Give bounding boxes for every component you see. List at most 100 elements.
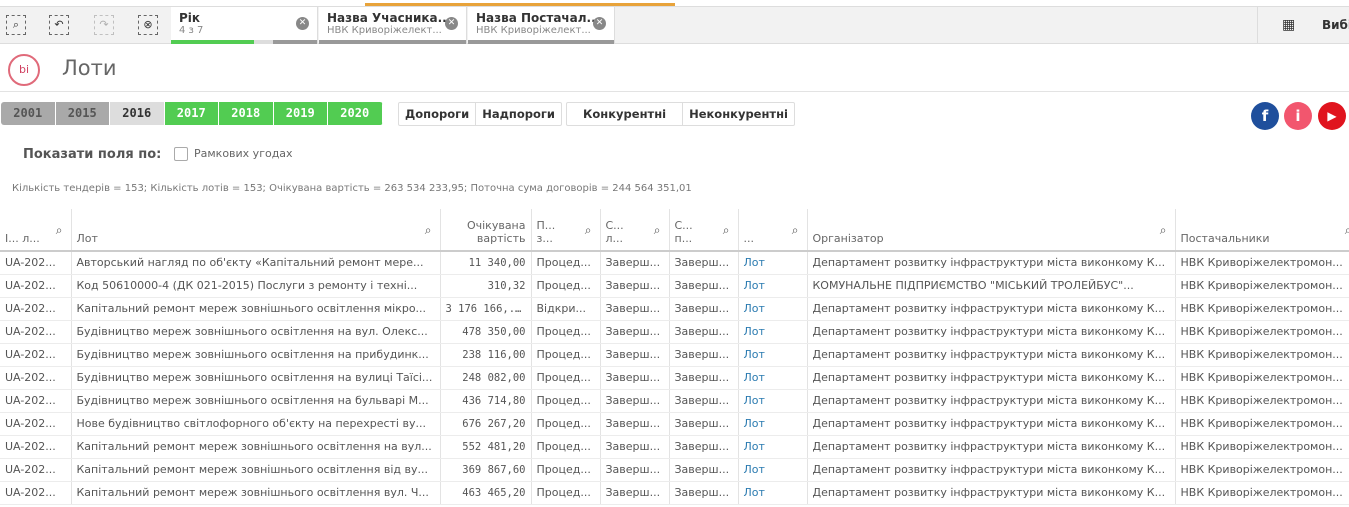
- selection-bar: [319, 40, 466, 44]
- table-cell[interactable]: Лот: [738, 320, 808, 344]
- column-header-label: Постачальники: [1180, 232, 1270, 245]
- selection-tab-title: Назва Постачал...: [476, 11, 601, 25]
- selection-tab-value: НВК Криворіжелект...: [327, 25, 442, 36]
- table-cell[interactable]: Лот: [738, 435, 808, 459]
- table-cell: 478 350,00: [440, 320, 532, 344]
- table-cell[interactable]: Лот: [738, 297, 808, 321]
- year-button-2015[interactable]: 2015: [55, 102, 110, 125]
- table-cell: Процед...: [531, 458, 601, 482]
- selection-tab-title: Рік: [179, 11, 201, 25]
- table-cell: Заверш...: [669, 458, 739, 482]
- table-row[interactable]: UA-202... Капітальний ремонт мереж зовніш…: [0, 297, 1349, 321]
- table-row[interactable]: UA-202... Будівництво мереж зовнішнього о…: [0, 320, 1349, 344]
- framework-agreements-label[interactable]: Рамкових угодах: [194, 147, 293, 160]
- year-button-2016[interactable]: 2016: [110, 102, 165, 125]
- selection-bar: [468, 40, 614, 44]
- search-icon[interactable]: ⌕: [585, 223, 592, 238]
- threshold-filter: Допороги Надпороги: [398, 102, 562, 126]
- column-header[interactable]: П... з... ⌕: [531, 209, 601, 252]
- table-cell: Департамент розвитку інфраструктури міст…: [807, 412, 1176, 436]
- year-button-2019[interactable]: 2019: [273, 102, 328, 125]
- year-button-2018[interactable]: 2018: [219, 102, 274, 125]
- table-row[interactable]: UA-202... Нове будівництво світлофорного …: [0, 412, 1349, 436]
- table-cell: НВК Криворіжелектромон...: [1175, 389, 1349, 413]
- table-cell: Департамент розвитку інфраструктури міст…: [807, 389, 1176, 413]
- table-cell[interactable]: Лот: [738, 343, 808, 367]
- column-header[interactable]: Постачальники ⌕: [1175, 209, 1349, 252]
- table-cell: Капітальний ремонт мереж зовнішнього осв…: [71, 297, 441, 321]
- column-header[interactable]: Лот ⌕: [71, 209, 441, 252]
- step-forward-icon[interactable]: ↷: [94, 15, 114, 35]
- youtube-icon[interactable]: ▶: [1318, 102, 1346, 130]
- table-cell[interactable]: Лот: [738, 458, 808, 482]
- step-back-icon[interactable]: ↶: [49, 15, 69, 35]
- table-row[interactable]: UA-202... Капітальний ремонт мереж зовніш…: [0, 458, 1349, 482]
- table-cell: Департамент розвитку інфраструктури міст…: [807, 297, 1176, 321]
- column-header[interactable]: ... ⌕: [738, 209, 808, 252]
- search-icon[interactable]: ⌕: [1345, 223, 1349, 238]
- table-cell: 436 714,80: [440, 389, 532, 413]
- table-cell: UA-202...: [0, 320, 72, 344]
- close-icon[interactable]: ✕: [296, 17, 309, 30]
- app-logo: bi: [8, 54, 40, 86]
- table-cell: Капітальний ремонт мереж зовнішнього осв…: [71, 458, 441, 482]
- table-row[interactable]: UA-202... Капітальний ремонт мереж зовніш…: [0, 435, 1349, 459]
- table-cell: UA-202...: [0, 297, 72, 321]
- year-button-2020[interactable]: 2020: [328, 102, 383, 125]
- column-header[interactable]: І... л... ⌕: [0, 209, 72, 252]
- table-cell: Процед...: [531, 320, 601, 344]
- table-cell: 3 176 166,...: [440, 297, 532, 321]
- facebook-icon[interactable]: f: [1251, 102, 1279, 130]
- table-cell: 676 267,20: [440, 412, 532, 436]
- table-cell: UA-202...: [0, 435, 72, 459]
- framework-agreements-checkbox[interactable]: [174, 147, 188, 161]
- close-icon[interactable]: ✕: [593, 17, 606, 30]
- selection-tab[interactable]: Назва Учасника... НВК Криворіжелект... ✕: [319, 7, 467, 44]
- search-icon[interactable]: ⌕: [654, 223, 661, 238]
- table-cell: UA-202...: [0, 458, 72, 482]
- selections-button[interactable]: ▦ Вибірки: [1257, 7, 1349, 44]
- selection-tab[interactable]: Назва Постачал... НВК Криворіжелект... ✕: [468, 7, 615, 44]
- selection-tab[interactable]: Рік 4 з 7 ✕: [171, 7, 318, 44]
- table-row[interactable]: UA-202... Авторський нагляд по об'єкту «К…: [0, 251, 1349, 275]
- table-cell: 463 465,20: [440, 481, 532, 505]
- table-cell[interactable]: Лот: [738, 481, 808, 505]
- search-icon[interactable]: ⌕: [723, 223, 730, 238]
- search-icon[interactable]: ⌕: [425, 223, 432, 238]
- year-button-2001[interactable]: 2001: [1, 102, 56, 125]
- column-header[interactable]: Організатор ⌕: [807, 209, 1176, 252]
- table-row[interactable]: UA-202... Будівництво мереж зовнішнього о…: [0, 389, 1349, 413]
- column-header[interactable]: Очікувана вартість: [440, 209, 532, 252]
- year-button-2017[interactable]: 2017: [164, 102, 219, 125]
- competitive-button[interactable]: Конкурентні: [567, 103, 684, 125]
- table-cell[interactable]: Лот: [738, 274, 808, 298]
- table-cell: Департамент розвитку інфраструктури міст…: [807, 320, 1176, 344]
- selection-tab-value: 4 з 7: [179, 25, 204, 36]
- table-cell: Заверш...: [600, 251, 670, 275]
- table-row[interactable]: UA-202... Капітальний ремонт мереж зовніш…: [0, 481, 1349, 505]
- table-cell[interactable]: Лот: [738, 251, 808, 275]
- info-icon[interactable]: i: [1284, 102, 1312, 130]
- clear-selections-icon[interactable]: ⊗: [138, 15, 158, 35]
- noncompetitive-button[interactable]: Неконкурентні: [683, 103, 794, 125]
- table-cell: Заверш...: [669, 274, 739, 298]
- close-icon[interactable]: ✕: [445, 17, 458, 30]
- table-cell: Заверш...: [669, 412, 739, 436]
- table-row[interactable]: UA-202... Код 50610000-4 (ДК 021-2015) По…: [0, 274, 1349, 298]
- search-icon[interactable]: ⌕: [792, 223, 799, 238]
- below-threshold-button[interactable]: Допороги: [399, 103, 477, 125]
- table-cell: НВК Криворіжелектромон...: [1175, 412, 1349, 436]
- smart-search-icon[interactable]: ⌕: [6, 15, 26, 35]
- search-icon[interactable]: ⌕: [56, 223, 63, 238]
- search-icon[interactable]: ⌕: [1160, 223, 1167, 238]
- column-header[interactable]: С... п... ⌕: [669, 209, 739, 252]
- table-row[interactable]: UA-202... Будівництво мереж зовнішнього о…: [0, 366, 1349, 390]
- table-cell[interactable]: Лот: [738, 412, 808, 436]
- table-row[interactable]: UA-202... Будівництво мереж зовнішнього о…: [0, 343, 1349, 367]
- table-cell: UA-202...: [0, 274, 72, 298]
- above-threshold-button[interactable]: Надпороги: [476, 103, 561, 125]
- column-header[interactable]: С... л... ⌕: [600, 209, 670, 252]
- column-header-label: Організатор: [812, 232, 884, 245]
- table-cell[interactable]: Лот: [738, 389, 808, 413]
- table-cell[interactable]: Лот: [738, 366, 808, 390]
